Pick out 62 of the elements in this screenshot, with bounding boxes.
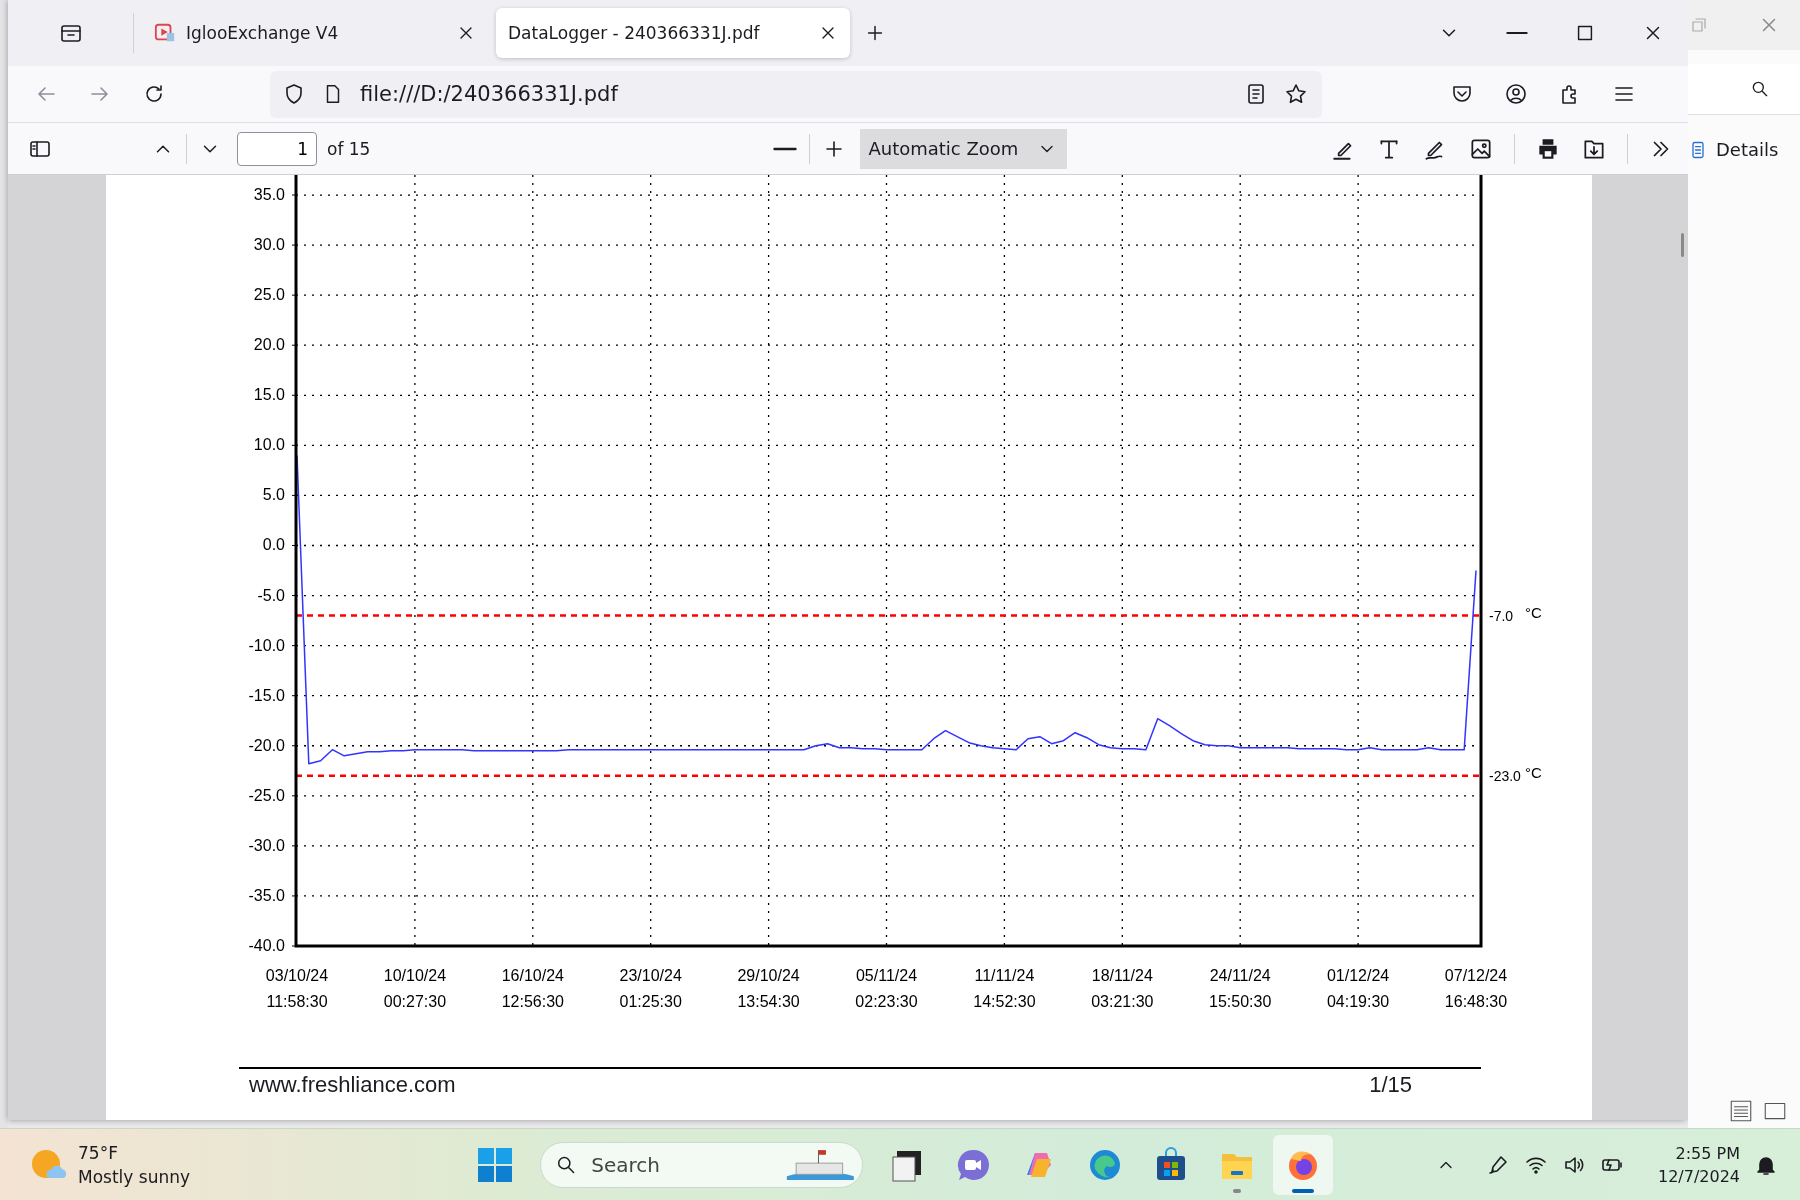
address-bar[interactable]: file:///D:/240366331J.pdf [270, 70, 1322, 118]
axis-tick-label: -40.0 [248, 937, 285, 954]
minimize-button[interactable] [1506, 30, 1528, 36]
axis-tick-label: 16/10/24 12:56:30 [501, 967, 564, 1010]
square-logo-icon [154, 22, 176, 44]
limit-label: -7.0 [1489, 607, 1514, 624]
axis-tick-label: 29/10/24 13:54:30 [737, 967, 800, 1010]
axis-tick-label: 03/10/24 11:58:30 [265, 967, 329, 1010]
scrollbar-thumb[interactable] [1681, 233, 1684, 257]
unit-label: °C [1525, 603, 1542, 621]
axis-tick-label: 10/10/24 00:27:30 [383, 967, 447, 1010]
axis-tick-label: 01/12/24 04:19:30 [1326, 967, 1390, 1010]
tab-title: DataLogger - 240366331J.pdf [508, 23, 761, 43]
axis-tick-label: 0.0 [262, 536, 285, 554]
zoom-select[interactable]: Automatic Zoom [860, 128, 1068, 169]
limit-label: -23.0 [1489, 767, 1521, 784]
url-text: file:///D:/240366331J.pdf [360, 82, 620, 106]
axis-tick-label: 10.0 [253, 436, 285, 454]
unit-label: °C [1525, 763, 1542, 781]
search-field[interactable]: Search [589, 1151, 774, 1178]
zoom-out-button[interactable] [773, 145, 798, 152]
axis-tick-label: 18/11/24 03:21:30 [1091, 967, 1154, 1010]
axis-tick-label: -30.0 [248, 836, 285, 854]
axis-tick-label: 24/11/24 15:50:30 [1209, 967, 1272, 1010]
browser-tab[interactable]: IglooExchange V4 [142, 8, 488, 58]
axis-tick-label: 11/11/24 14:52:30 [973, 967, 1036, 1010]
search-bar[interactable]: Search [540, 1141, 863, 1188]
axis-tick-label: 5.0 [262, 486, 285, 504]
website-text: www.freshliance.com [249, 1072, 456, 1098]
tab-title: IglooExchange V4 [186, 23, 340, 43]
page-number-field[interactable]: 1 [237, 131, 317, 166]
account-icon [1504, 82, 1528, 106]
axis-tick-label: 20.0 [253, 336, 285, 354]
axis-tick-label: 07/12/24 16:48:30 [1444, 967, 1508, 1010]
bookmark-button[interactable] [1284, 82, 1308, 106]
page-count: of 15 [327, 138, 371, 159]
minimize-icon [1506, 30, 1528, 36]
minus-icon [773, 145, 798, 152]
axis-tick-label: -5.0 [257, 586, 285, 604]
weather-text: Mostly sunny [78, 1165, 191, 1189]
axis-tick-label: 05/11/24 02:23:30 [855, 967, 918, 1010]
axis-tick-label: -15.0 [248, 686, 285, 704]
temperature-text: 75°F [78, 1141, 119, 1165]
axis-tick-label: 30.0 [253, 236, 285, 254]
four-squares-icon [477, 1146, 513, 1183]
axis-tick-label: 25.0 [253, 286, 285, 304]
axis-tick-label: -10.0 [248, 636, 285, 654]
browser-tab[interactable]: DataLogger - 240366331J.pdf [496, 8, 850, 58]
star-icon [1284, 82, 1308, 106]
search-icon[interactable] [1750, 79, 1770, 99]
account-button[interactable] [1504, 82, 1528, 106]
axis-tick-label: -20.0 [248, 736, 285, 754]
list-view-icon[interactable] [1728, 1098, 1754, 1124]
axis-tick-label: -25.0 [248, 786, 285, 804]
axis-tick-label: 35.0 [253, 186, 285, 204]
axis-tick-label: -35.0 [248, 886, 285, 904]
axis-tick-label: 15.0 [253, 386, 285, 404]
clock-time[interactable]: 2:55 PM [1675, 1141, 1740, 1165]
page-number: 1/15 [1369, 1072, 1412, 1098]
clock-date[interactable]: 12/7/2024 [1657, 1164, 1740, 1188]
details-label[interactable]: Details [1716, 139, 1779, 160]
axis-tick-label: 23/10/24 01:25:30 [619, 967, 682, 1010]
